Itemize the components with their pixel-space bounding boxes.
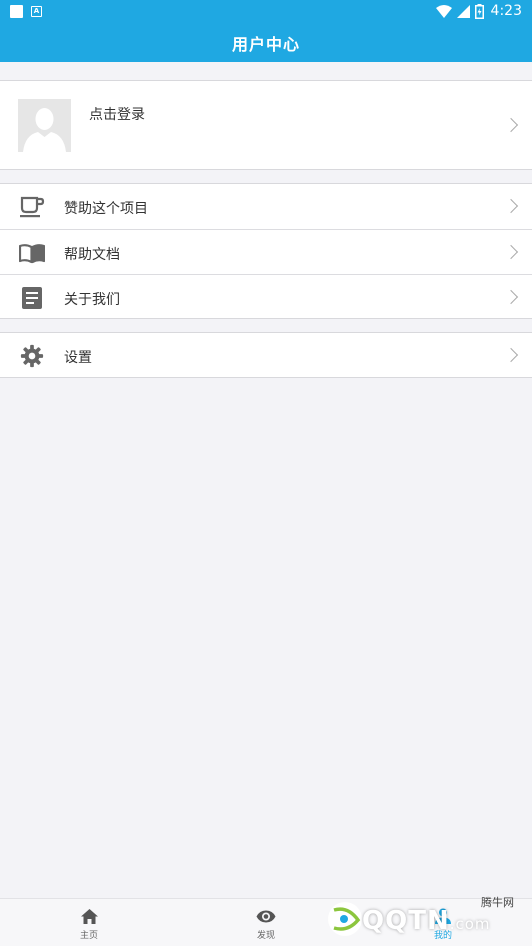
menu-item-about-us[interactable]: 关于我们 [0, 274, 532, 319]
gear-icon [19, 344, 45, 368]
chevron-right-icon [503, 347, 519, 363]
tab-home[interactable]: 主页 [59, 907, 119, 941]
battery-icon [474, 3, 484, 19]
notification-icon [10, 5, 23, 18]
avatar[interactable] [18, 99, 71, 152]
watermark-logo-text: QQTN.com [362, 906, 491, 936]
default-avatar-icon [18, 99, 71, 152]
menu-item-settings[interactable]: 设置 [0, 333, 532, 378]
menu-item-label: 帮助文档 [64, 247, 120, 263]
book-icon [19, 241, 45, 265]
page-title: 用户中心 [231, 35, 300, 54]
watermark-site-name: 腾牛网 [481, 896, 514, 909]
login-label[interactable]: 点击登录 [89, 104, 145, 124]
chevron-right-icon [503, 198, 519, 214]
app-bar: 用户中心 [0, 24, 532, 62]
home-icon [59, 907, 119, 925]
menu-item-label: 设置 [64, 350, 92, 366]
menu-group-primary: 赞助这个项目 帮助文档 关于我们 [0, 183, 532, 319]
status-bar: A 4:23 [0, 0, 532, 24]
login-card[interactable]: 点击登录 [0, 80, 532, 170]
chevron-right-icon [503, 244, 519, 260]
eye-icon [236, 907, 296, 925]
document-icon [19, 286, 45, 310]
coffee-cup-icon [19, 195, 45, 219]
menu-group-settings: 设置 [0, 332, 532, 378]
chevron-right-icon [503, 117, 519, 133]
tab-label: 主页 [79, 931, 98, 941]
tab-label: 发现 [256, 931, 275, 941]
app-notification-icon: A [31, 6, 42, 17]
signal-icon [456, 4, 470, 18]
menu-item-label: 关于我们 [64, 292, 120, 308]
menu-item-sponsor[interactable]: 赞助这个项目 [0, 184, 532, 229]
wifi-icon [435, 4, 452, 18]
menu-item-help-docs[interactable]: 帮助文档 [0, 229, 532, 274]
watermark: QQTN.com 腾牛网 [322, 892, 532, 946]
clock: 4:23 [490, 3, 522, 19]
menu-item-label: 赞助这个项目 [64, 201, 148, 217]
tab-discover[interactable]: 发现 [236, 907, 296, 941]
chevron-right-icon [503, 289, 519, 305]
